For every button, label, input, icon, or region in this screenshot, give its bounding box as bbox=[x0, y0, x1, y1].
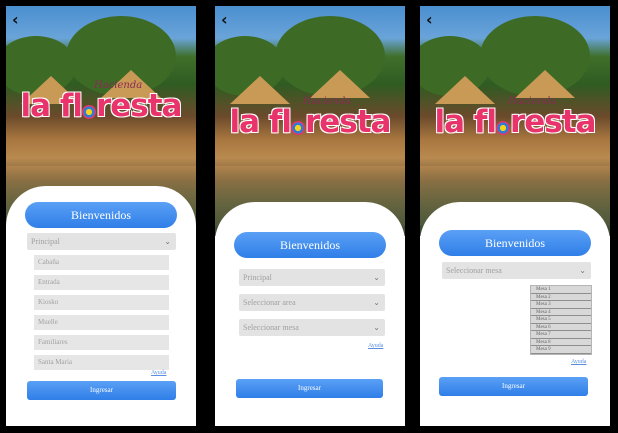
flower-icon bbox=[495, 121, 510, 136]
welcome-button[interactable]: Bienvenidos bbox=[439, 230, 591, 256]
welcome-button[interactable]: Bienvenidos bbox=[25, 202, 177, 228]
hut-roof bbox=[310, 70, 370, 98]
select-label: Principal bbox=[243, 273, 272, 282]
back-chevron-icon[interactable]: ‹ bbox=[12, 10, 19, 29]
screen-mesa-dropdown-open: ‹ Hacienda la fl resta Bienvenidos Selecc… bbox=[420, 6, 610, 426]
area-option[interactable]: Muelle bbox=[34, 315, 169, 330]
principal-select[interactable]: Principal ⌄ bbox=[27, 233, 176, 250]
login-card: Bienvenidos Principal ⌄ Cabaña Entrada K… bbox=[6, 186, 196, 426]
area-option[interactable]: Cabaña bbox=[34, 255, 169, 270]
area-select[interactable]: Seleccionar area ⌄ bbox=[239, 294, 385, 311]
area-option[interactable]: Familiares bbox=[34, 335, 169, 350]
mesa-select[interactable]: Seleccionar mesa ⌄ bbox=[442, 262, 591, 279]
logo: Hacienda la fl resta bbox=[420, 96, 610, 140]
mesa-dropdown-list: Mesa 1 Mesa 2 Mesa 3 Mesa 4 Mesa 5 Mesa … bbox=[530, 285, 592, 355]
chevron-down-icon: ⌄ bbox=[373, 323, 380, 332]
area-option[interactable]: Santa Maria bbox=[34, 355, 169, 370]
logo-text-pre: la fl bbox=[434, 104, 497, 140]
logo-text-post: resta bbox=[509, 104, 597, 140]
help-link[interactable]: Ayuda bbox=[151, 370, 166, 376]
back-chevron-icon[interactable]: ‹ bbox=[426, 10, 433, 29]
select-label: Seleccionar area bbox=[243, 298, 296, 307]
hut-roof bbox=[515, 70, 575, 98]
chevron-down-icon: ⌄ bbox=[373, 298, 380, 307]
logo: Hacienda la fl resta bbox=[215, 96, 405, 140]
submit-button[interactable]: Ingresar bbox=[439, 377, 588, 396]
mesa-option[interactable]: Mesa 6 bbox=[531, 324, 591, 331]
logo-text-pre: la fl bbox=[229, 104, 292, 140]
principal-select[interactable]: Principal ⌄ bbox=[239, 269, 385, 286]
hut-roof bbox=[230, 76, 290, 104]
mesa-option[interactable]: Mesa 3 bbox=[531, 301, 591, 309]
help-link[interactable]: Ayuda bbox=[571, 359, 586, 365]
help-link[interactable]: Ayuda bbox=[368, 343, 383, 349]
welcome-button[interactable]: Bienvenidos bbox=[234, 232, 386, 258]
chevron-down-icon: ⌄ bbox=[579, 266, 586, 275]
submit-button[interactable]: Ingresar bbox=[236, 379, 383, 398]
hut-roof bbox=[435, 76, 495, 104]
select-label: Principal bbox=[31, 237, 60, 246]
logo-small: Hacienda bbox=[508, 96, 557, 107]
mesa-option[interactable]: Mesa 9 bbox=[531, 346, 591, 354]
select-label: Seleccionar mesa bbox=[243, 323, 299, 332]
logo-text-pre: la fl bbox=[20, 88, 83, 124]
flower-icon bbox=[81, 105, 96, 120]
area-option[interactable]: Kiosko bbox=[34, 295, 169, 310]
logo-text-post: resta bbox=[95, 88, 183, 124]
submit-button[interactable]: Ingresar bbox=[27, 381, 176, 400]
mesa-option[interactable]: Mesa 2 bbox=[531, 294, 591, 301]
flower-icon bbox=[290, 121, 305, 136]
screen-area-dropdown-open: ‹ Hacienda la fl resta Bienvenidos Princi… bbox=[6, 6, 196, 426]
area-option[interactable]: Entrada bbox=[34, 275, 169, 290]
login-card: Bienvenidos Principal ⌄ Seleccionar area… bbox=[215, 202, 405, 426]
mesa-option[interactable]: Mesa 7 bbox=[531, 331, 591, 339]
logo-text-post: resta bbox=[304, 104, 392, 140]
mesa-option[interactable]: Mesa 1 bbox=[531, 286, 591, 294]
mesa-option[interactable]: Mesa 8 bbox=[531, 339, 591, 346]
select-label: Seleccionar mesa bbox=[446, 266, 502, 275]
chevron-down-icon: ⌄ bbox=[373, 273, 380, 282]
logo: Hacienda la fl resta bbox=[6, 80, 196, 124]
mesa-option[interactable]: Mesa 4 bbox=[531, 309, 591, 316]
back-chevron-icon[interactable]: ‹ bbox=[221, 10, 228, 29]
logo-small: Hacienda bbox=[94, 80, 143, 91]
chevron-down-icon: ⌄ bbox=[164, 237, 171, 246]
screen-login-form: ‹ Hacienda la fl resta Bienvenidos Princi… bbox=[215, 6, 405, 426]
mesa-option[interactable]: Mesa 5 bbox=[531, 316, 591, 324]
logo-small: Hacienda bbox=[303, 96, 352, 107]
mesa-select[interactable]: Seleccionar mesa ⌄ bbox=[239, 319, 385, 336]
